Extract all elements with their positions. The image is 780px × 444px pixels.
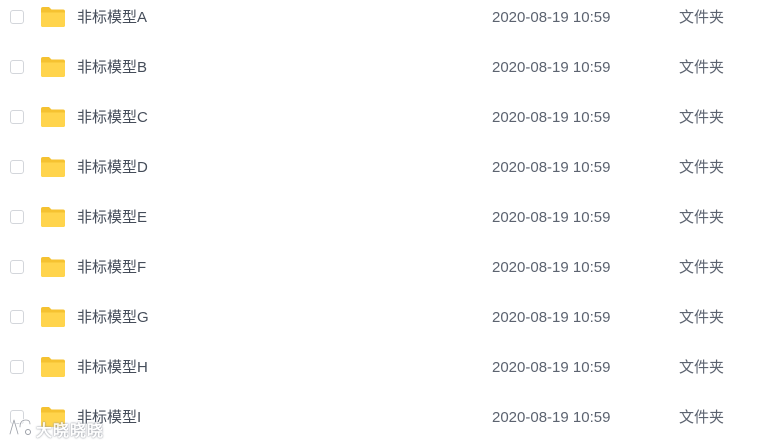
file-modified-date: 2020-08-19 10:59 bbox=[492, 409, 611, 426]
file-name[interactable]: 非标模型E bbox=[77, 208, 147, 228]
row-checkbox[interactable] bbox=[10, 260, 24, 274]
folder-icon bbox=[40, 156, 66, 178]
file-name[interactable]: 非标模型B bbox=[77, 58, 147, 78]
file-list: 非标模型A 2020-08-19 10:59 文件夹 非标模型B 2020-08… bbox=[0, 0, 780, 444]
file-type: 文件夹 bbox=[679, 209, 725, 226]
file-row[interactable]: 非标模型C 2020-08-19 10:59 文件夹 bbox=[0, 93, 780, 143]
file-modified-date: 2020-08-19 10:59 bbox=[492, 9, 611, 26]
row-checkbox[interactable] bbox=[10, 160, 24, 174]
file-row[interactable]: 非标模型D 2020-08-19 10:59 文件夹 bbox=[0, 143, 780, 193]
file-type: 文件夹 bbox=[679, 159, 725, 176]
file-row[interactable]: 非标模型H 2020-08-19 10:59 文件夹 bbox=[0, 343, 780, 393]
file-type: 文件夹 bbox=[679, 259, 725, 276]
file-name[interactable]: 非标模型A bbox=[77, 8, 147, 28]
file-modified-date: 2020-08-19 10:59 bbox=[492, 259, 611, 276]
file-row[interactable]: 非标模型G 2020-08-19 10:59 文件夹 bbox=[0, 293, 780, 343]
watermark: 大晓晓晓 bbox=[6, 418, 104, 440]
file-row[interactable]: 非标模型B 2020-08-19 10:59 文件夹 bbox=[0, 43, 780, 93]
row-checkbox[interactable] bbox=[10, 310, 24, 324]
file-modified-date: 2020-08-19 10:59 bbox=[492, 309, 611, 326]
folder-icon bbox=[40, 306, 66, 328]
row-checkbox[interactable] bbox=[10, 60, 24, 74]
file-modified-date: 2020-08-19 10:59 bbox=[492, 209, 611, 226]
file-type: 文件夹 bbox=[679, 59, 725, 76]
folder-icon bbox=[40, 56, 66, 78]
file-type: 文件夹 bbox=[679, 109, 725, 126]
row-checkbox[interactable] bbox=[10, 360, 24, 374]
row-checkbox[interactable] bbox=[10, 210, 24, 224]
file-modified-date: 2020-08-19 10:59 bbox=[492, 159, 611, 176]
folder-icon bbox=[40, 256, 66, 278]
file-type: 文件夹 bbox=[679, 359, 725, 376]
folder-icon bbox=[40, 6, 66, 28]
folder-icon bbox=[40, 356, 66, 378]
file-row[interactable]: 非标模型A 2020-08-19 10:59 文件夹 bbox=[0, 0, 780, 43]
file-name[interactable]: 非标模型D bbox=[77, 158, 148, 178]
file-name[interactable]: 非标模型G bbox=[77, 308, 149, 328]
file-modified-date: 2020-08-19 10:59 bbox=[492, 59, 611, 76]
file-modified-date: 2020-08-19 10:59 bbox=[492, 109, 611, 126]
row-checkbox[interactable] bbox=[10, 10, 24, 24]
row-checkbox[interactable] bbox=[10, 110, 24, 124]
file-row[interactable]: 非标模型I 2020-08-19 10:59 文件夹 bbox=[0, 393, 780, 443]
file-name[interactable]: 非标模型H bbox=[77, 358, 148, 378]
file-type: 文件夹 bbox=[679, 409, 725, 426]
file-type: 文件夹 bbox=[679, 9, 725, 26]
file-modified-date: 2020-08-19 10:59 bbox=[492, 359, 611, 376]
file-row[interactable]: 非标模型E 2020-08-19 10:59 文件夹 bbox=[0, 193, 780, 243]
watermark-logo-icon bbox=[6, 417, 32, 442]
file-row[interactable]: 非标模型F 2020-08-19 10:59 文件夹 bbox=[0, 243, 780, 293]
folder-icon bbox=[40, 106, 66, 128]
file-name[interactable]: 非标模型F bbox=[77, 258, 146, 278]
file-type: 文件夹 bbox=[679, 309, 725, 326]
watermark-text: 大晓晓晓 bbox=[36, 423, 105, 440]
folder-icon bbox=[40, 206, 66, 228]
file-name[interactable]: 非标模型C bbox=[77, 108, 148, 128]
